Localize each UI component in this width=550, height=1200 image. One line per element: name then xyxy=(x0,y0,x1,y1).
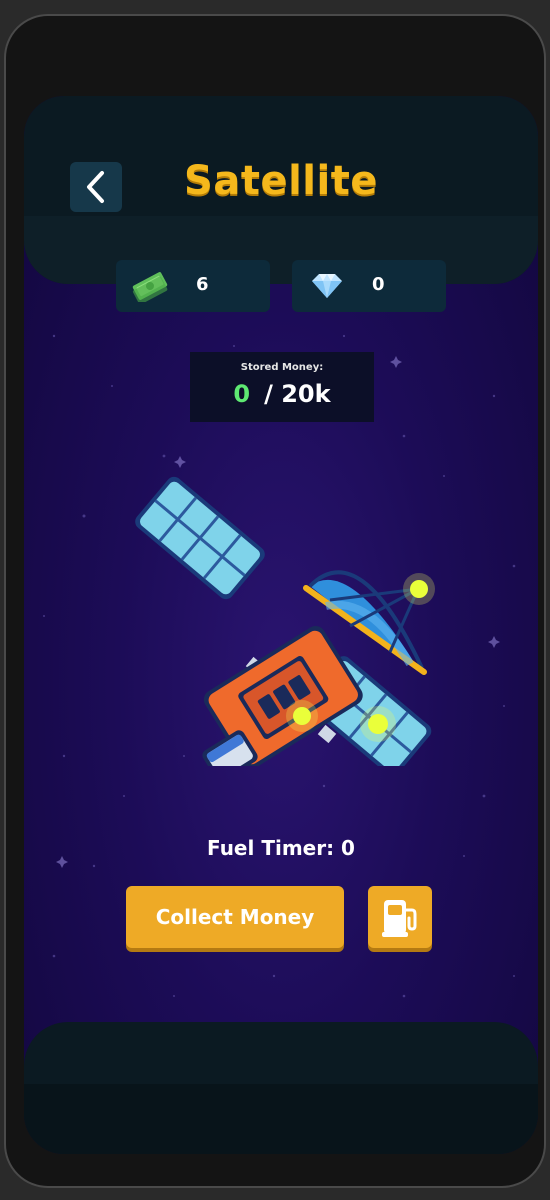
fuel-timer: Fuel Timer: 0 xyxy=(207,836,355,860)
header-bar: Satellite xyxy=(24,96,538,284)
header-band xyxy=(24,216,538,284)
collect-money-button[interactable]: Collect Money xyxy=(126,886,344,948)
gem-counter: 0 xyxy=(292,260,446,312)
stored-money-label: Stored Money: xyxy=(240,362,324,373)
stored-money-value: 0 / 20k xyxy=(190,380,374,408)
money-counter: 6 xyxy=(116,260,270,312)
glow-light xyxy=(360,706,396,742)
footer-bar xyxy=(24,1022,538,1154)
app-screen: Satellite 6 0 Stored Money: 0 / 20k Fuel… xyxy=(24,96,538,1154)
cash-icon xyxy=(132,272,168,302)
money-value: 6 xyxy=(196,274,209,295)
diamond-icon xyxy=(312,274,342,298)
page-title: Satellite xyxy=(184,158,378,204)
gem-value: 0 xyxy=(372,274,385,295)
fuel-pump-icon xyxy=(382,900,417,937)
footer-band xyxy=(24,1084,538,1154)
refuel-button[interactable] xyxy=(368,886,432,948)
stored-money-panel: Stored Money: 0 / 20k xyxy=(190,352,374,422)
stored-money-capacity: / 20k xyxy=(264,380,331,408)
phone-frame: Satellite 6 0 Stored Money: 0 / 20k Fuel… xyxy=(4,14,546,1188)
stored-money-current: 0 xyxy=(233,380,251,408)
